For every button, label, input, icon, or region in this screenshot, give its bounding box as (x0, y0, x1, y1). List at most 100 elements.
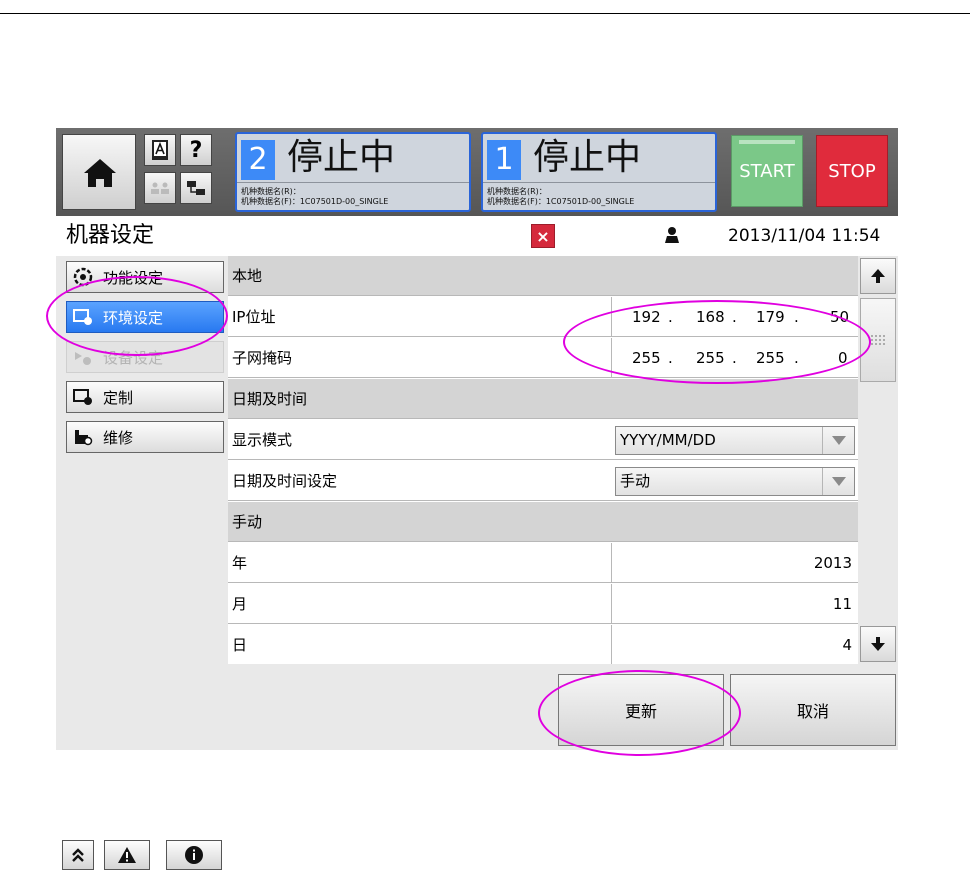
subnet-dot: . (732, 349, 737, 367)
status-panel-2[interactable]: 2 停止中 机种数据名(R)： 机种数据名(F)：1C07501D-00_SIN… (235, 132, 471, 212)
stop-button[interactable]: STOP (816, 135, 888, 207)
action-area: 更新 取消 (228, 664, 898, 750)
month-row[interactable]: 月 11 (228, 584, 858, 624)
ip-address-field[interactable]: 192 . 168 . 179 . 50 (611, 297, 858, 337)
day-field[interactable]: 4 (611, 625, 858, 665)
sidebar-item-label: 维修 (103, 428, 134, 447)
ip-octet-2: 168 (696, 308, 725, 326)
datetime-setting-dropdown[interactable]: 手动 (615, 467, 855, 496)
customize-icon (73, 388, 93, 406)
status-panel-state: 停止中 (287, 137, 396, 178)
subnet-octet-2: 255 (696, 349, 725, 367)
sidebar-item-device[interactable]: 设备设定 (66, 341, 224, 373)
subnet-mask-field[interactable]: 255 . 255 . 255 . 0 (611, 338, 858, 378)
title-bar: 机器设定 × 2013/11/04 11:54 (56, 216, 898, 256)
ip-octet-1: 192 (632, 308, 661, 326)
manual-button[interactable] (144, 134, 176, 166)
environment-icon (73, 308, 93, 326)
display-mode-value: YYYY/MM/DD (620, 431, 716, 449)
section-label: 日期及时间 (232, 390, 308, 408)
month-value: 11 (832, 595, 852, 613)
display-mode-row: 显示模式 YYYY/MM/DD (228, 420, 858, 460)
status-panel-1[interactable]: 1 停止中 机种数据名(R)： 机种数据名(F)：1C07501D-00_SIN… (481, 132, 717, 212)
arrow-down-icon (871, 637, 885, 651)
update-button[interactable]: 更新 (558, 674, 724, 746)
chevron-down-icon (822, 468, 854, 495)
warning-button[interactable] (104, 840, 150, 870)
status-panel-data-f: 机种数据名(F)：1C07501D-00_SINGLE (241, 197, 389, 206)
sidebar-item-label: 定制 (103, 388, 134, 407)
status-panel-number: 2 (241, 140, 275, 180)
status-panel-state: 停止中 (533, 137, 642, 178)
section-manual: 手动 (228, 502, 858, 542)
maintenance-icon (73, 428, 93, 446)
sidebar-item-function[interactable]: 功能设定 (66, 261, 224, 293)
section-local: 本地 (228, 256, 858, 296)
sidebar-item-environment[interactable]: 环境设定 (66, 301, 224, 333)
close-button[interactable]: × (531, 224, 555, 248)
datetime-display: 2013/11/04 11:54 (728, 226, 881, 246)
section-label: 手动 (232, 513, 263, 531)
datetime-setting-label: 日期及时间设定 (232, 472, 338, 490)
scrollbar[interactable] (858, 256, 898, 664)
day-row[interactable]: 日 4 (228, 625, 858, 665)
ip-dot: . (668, 308, 673, 326)
status-panel-data-f: 机种数据名(F)：1C07501D-00_SINGLE (487, 197, 635, 206)
status-panel-number: 1 (487, 140, 521, 180)
arrow-up-icon (871, 269, 885, 283)
help-label: ? (189, 137, 203, 163)
sidebar: 功能设定 环境设定 设备设定 定制 维修 (56, 256, 228, 870)
display-mode-dropdown[interactable]: YYYY/MM/DD (615, 426, 855, 455)
operator-group-icon (151, 182, 169, 194)
ip-dot: . (794, 308, 799, 326)
datetime-setting-value: 手动 (620, 472, 651, 490)
section-label: 本地 (232, 267, 263, 285)
scroll-down-button[interactable] (860, 626, 896, 662)
year-value: 2013 (813, 554, 852, 572)
device-icon (73, 348, 93, 366)
cancel-button[interactable]: 取消 (730, 674, 896, 746)
chevron-down-icon (822, 427, 854, 454)
ip-octet-3: 179 (756, 308, 785, 326)
ip-address-row[interactable]: IP位址 192 . 168 . 179 . 50 (228, 297, 858, 337)
year-field[interactable]: 2013 (611, 543, 858, 583)
grip-icon (871, 335, 885, 345)
home-icon (84, 159, 116, 187)
sidebar-item-label: 环境设定 (103, 308, 164, 327)
book-a-icon (152, 140, 168, 160)
network-button[interactable] (180, 172, 212, 204)
help-button[interactable]: ? (180, 134, 212, 166)
warning-icon (118, 847, 136, 863)
year-row[interactable]: 年 2013 (228, 543, 858, 583)
day-label: 日 (232, 636, 248, 654)
sidebar-item-customize[interactable]: 定制 (66, 381, 224, 413)
scroll-up-button[interactable] (860, 258, 896, 294)
machine-settings-window: ? 2 停止中 机种数据名(R)： 机种数据名(F)：1C07501D-00_S… (56, 128, 898, 870)
subnet-mask-label: 子网掩码 (232, 349, 293, 367)
ip-dot: . (732, 308, 737, 326)
subnet-octet-1: 255 (632, 349, 661, 367)
section-datetime: 日期及时间 (228, 379, 858, 419)
sidebar-item-maintenance[interactable]: 维修 (66, 421, 224, 453)
info-icon (185, 846, 203, 864)
subnet-mask-row[interactable]: 子网掩码 255 . 255 . 255 . 0 (228, 338, 858, 378)
collapse-button[interactable] (62, 840, 94, 870)
month-field[interactable]: 11 (611, 584, 858, 624)
year-label: 年 (232, 554, 248, 572)
page-title: 机器设定 (66, 223, 155, 248)
header-bar: ? 2 停止中 机种数据名(R)： 机种数据名(F)：1C07501D-00_S… (56, 128, 898, 216)
datetime-setting-row: 日期及时间设定 手动 (228, 461, 858, 501)
start-button[interactable]: START (731, 135, 803, 207)
subnet-dot: . (794, 349, 799, 367)
info-button[interactable] (166, 840, 222, 870)
home-button[interactable] (62, 134, 136, 210)
month-label: 月 (232, 595, 248, 613)
ip-address-label: IP位址 (232, 308, 276, 326)
subnet-dot: . (668, 349, 673, 367)
settings-table: 本地 IP位址 192 . 168 . 179 . 50 子网掩码 255 . … (228, 256, 858, 665)
user-icon (665, 227, 679, 243)
sidebar-item-label: 功能设定 (103, 268, 164, 287)
operator-button[interactable] (144, 172, 176, 204)
status-panel-divider (237, 182, 469, 183)
scroll-thumb[interactable] (860, 298, 896, 382)
